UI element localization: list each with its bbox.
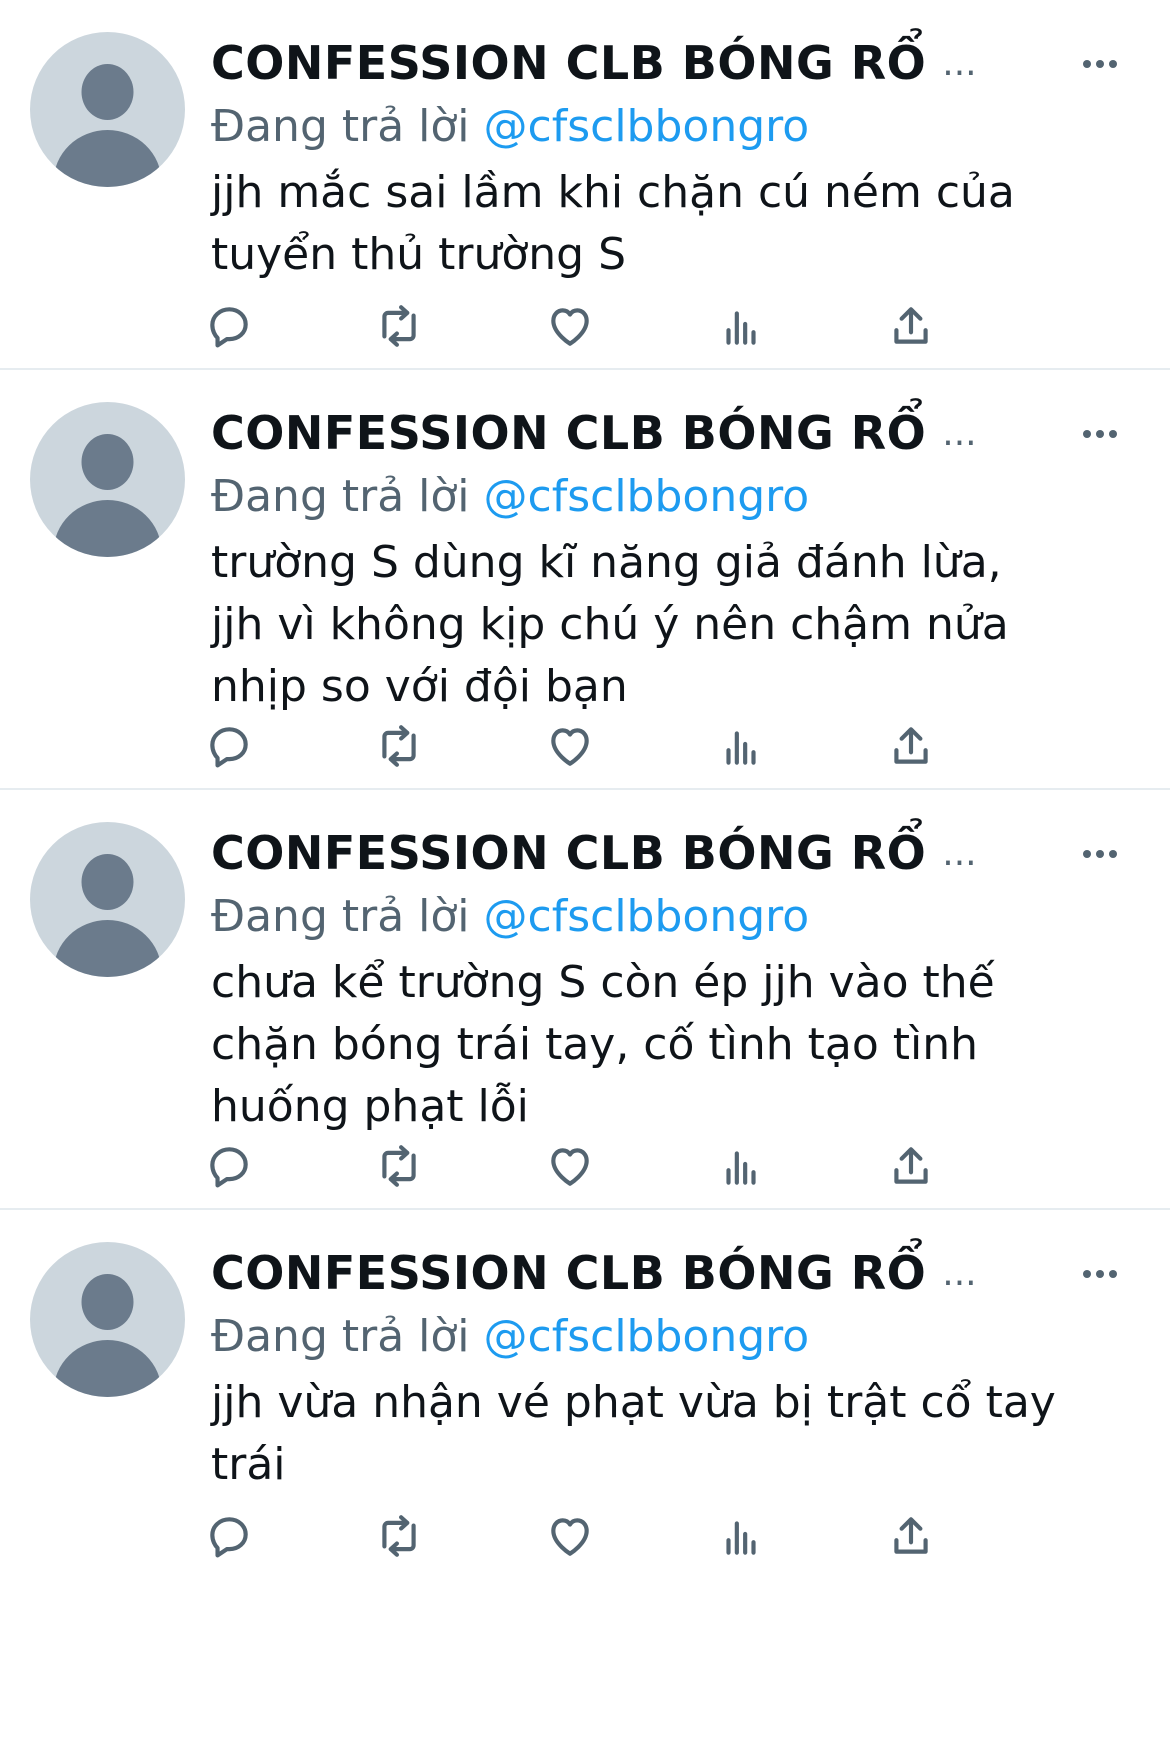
name-truncation: ...: [942, 832, 977, 874]
replies-feed: CONFESSION CLB BÓNG RỔ ... Đang trả lời @…: [0, 0, 1170, 1763]
tweet-header: CONFESSION CLB BÓNG RỔ ...: [211, 400, 1130, 466]
share-button[interactable]: [881, 716, 941, 776]
retweet-icon: [382, 1145, 416, 1187]
views-bar-chart-icon: [726, 1151, 756, 1185]
more-horizontal-icon[interactable]: [1070, 414, 1130, 454]
tweet-header: CONFESSION CLB BÓNG RỔ ...: [211, 1240, 1130, 1306]
more-horizontal-icon[interactable]: [1070, 834, 1130, 874]
reply-icon: [210, 1517, 248, 1558]
like-button[interactable]: [540, 716, 600, 776]
default-avatar-icon[interactable]: [30, 822, 185, 977]
author-name[interactable]: CONFESSION CLB BÓNG RỔ: [211, 1246, 926, 1300]
tweet-content: CONFESSION CLB BÓNG RỔ ... Đang trả lời @…: [211, 820, 1130, 1138]
replying-prefix: Đang trả lời: [211, 891, 470, 942]
retweet-button[interactable]: [369, 296, 429, 356]
share-icon: [894, 1517, 928, 1554]
views-bar-chart-icon: [726, 311, 756, 345]
share-button[interactable]: [881, 1136, 941, 1196]
reply-button[interactable]: [199, 1506, 259, 1566]
heart-icon: [551, 1518, 589, 1556]
default-avatar-icon[interactable]: [30, 1242, 185, 1397]
tweet-header: CONFESSION CLB BÓNG RỔ ...: [211, 30, 1130, 96]
name-truncation: ...: [942, 1252, 977, 1294]
default-avatar-icon[interactable]: [30, 32, 185, 187]
replying-to: Đang trả lời @cfsclbbongro: [211, 1306, 1130, 1368]
share-button[interactable]: [881, 296, 941, 356]
author-name[interactable]: CONFESSION CLB BÓNG RỔ: [211, 826, 926, 880]
replying-handle-link[interactable]: @cfsclbbongro: [484, 471, 810, 522]
tweet-text: chưa kể trường S còn ép jjh vào thế chặn…: [211, 957, 995, 1132]
tweet[interactable]: CONFESSION CLB BÓNG RỔ ... Đang trả lời @…: [0, 0, 1170, 370]
replying-prefix: Đang trả lời: [211, 1311, 470, 1362]
retweet-button[interactable]: [369, 1506, 429, 1566]
views-button[interactable]: [711, 296, 771, 356]
views-bar-chart-icon: [726, 1521, 756, 1555]
replying-to: Đang trả lời @cfsclbbongro: [211, 886, 1130, 948]
views-bar-chart-icon: [726, 731, 756, 765]
reply-icon: [210, 1147, 248, 1188]
tweet-header: CONFESSION CLB BÓNG RỔ ...: [211, 820, 1130, 886]
retweet-icon: [382, 1515, 416, 1557]
action-bar: [210, 296, 1041, 356]
tweet[interactable]: CONFESSION CLB BÓNG RỔ ... Đang trả lời @…: [0, 1210, 1170, 1763]
share-icon: [894, 307, 928, 344]
retweet-icon: [382, 725, 416, 767]
tweet-text: jjh mắc sai lầm khi chặn cú ném của tuyể…: [211, 167, 1015, 280]
like-button[interactable]: [540, 296, 600, 356]
tweet-text: trường S dùng kĩ năng giả đánh lừa, jjh …: [211, 537, 1009, 712]
tweet[interactable]: CONFESSION CLB BÓNG RỔ ... Đang trả lời @…: [0, 370, 1170, 790]
more-horizontal-icon[interactable]: [1070, 44, 1130, 84]
action-bar: [210, 1506, 1041, 1566]
tweet-text: jjh vừa nhận vé phạt vừa bị trật cổ tay …: [211, 1377, 1056, 1490]
tweet-content: CONFESSION CLB BÓNG RỔ ... Đang trả lời @…: [211, 400, 1130, 718]
default-avatar-icon[interactable]: [30, 402, 185, 557]
share-icon: [894, 727, 928, 764]
author-name[interactable]: CONFESSION CLB BÓNG RỔ: [211, 36, 926, 90]
views-button[interactable]: [711, 1136, 771, 1196]
name-truncation: ...: [942, 412, 977, 454]
replying-to: Đang trả lời @cfsclbbongro: [211, 466, 1130, 528]
replying-prefix: Đang trả lời: [211, 471, 470, 522]
like-button[interactable]: [540, 1136, 600, 1196]
reply-button[interactable]: [199, 1136, 259, 1196]
tweet[interactable]: CONFESSION CLB BÓNG RỔ ... Đang trả lời @…: [0, 790, 1170, 1210]
heart-icon: [551, 308, 589, 346]
reply-icon: [210, 307, 248, 348]
heart-icon: [551, 728, 589, 766]
replying-handle-link[interactable]: @cfsclbbongro: [484, 101, 810, 152]
replying-handle-link[interactable]: @cfsclbbongro: [484, 891, 810, 942]
author-name[interactable]: CONFESSION CLB BÓNG RỔ: [211, 406, 926, 460]
name-truncation: ...: [942, 42, 977, 84]
views-button[interactable]: [711, 1506, 771, 1566]
retweet-button[interactable]: [369, 716, 429, 776]
tweet-content: CONFESSION CLB BÓNG RỔ ... Đang trả lời @…: [211, 30, 1130, 286]
views-button[interactable]: [711, 716, 771, 776]
action-bar: [210, 716, 1041, 776]
reply-button[interactable]: [199, 296, 259, 356]
share-icon: [894, 1147, 928, 1184]
reply-button[interactable]: [199, 716, 259, 776]
like-button[interactable]: [540, 1506, 600, 1566]
reply-icon: [210, 727, 248, 768]
replying-prefix: Đang trả lời: [211, 101, 470, 152]
retweet-icon: [382, 305, 416, 347]
replying-handle-link[interactable]: @cfsclbbongro: [484, 1311, 810, 1362]
heart-icon: [551, 1148, 589, 1186]
tweet-content: CONFESSION CLB BÓNG RỔ ... Đang trả lời @…: [211, 1240, 1130, 1496]
more-horizontal-icon[interactable]: [1070, 1254, 1130, 1294]
action-bar: [210, 1136, 1041, 1196]
replying-to: Đang trả lời @cfsclbbongro: [211, 96, 1130, 158]
retweet-button[interactable]: [369, 1136, 429, 1196]
share-button[interactable]: [881, 1506, 941, 1566]
